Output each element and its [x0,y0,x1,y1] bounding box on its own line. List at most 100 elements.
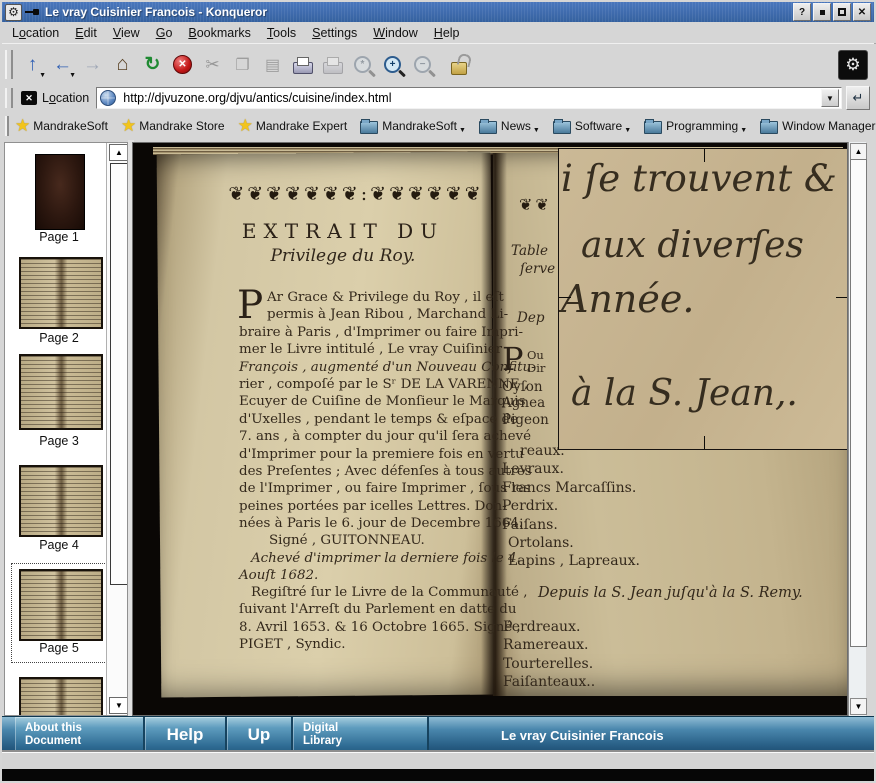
book-text-line: Faiſans. [502,516,640,534]
thumbnail-sidebar: Page 1 Page 2 Page 3 Page 4 Page 5 ▲ ▼ [4,142,128,716]
minimize-button[interactable] [813,3,831,21]
back-button[interactable]: ←▼ [49,51,76,78]
book-text-line: peines portées par icelles Lettres. Don- [239,498,501,515]
security-button[interactable] [445,51,472,78]
menu-window[interactable]: Window [373,26,417,40]
bookmark-folder-window-manager[interactable]: Window Manager▼ [760,118,876,134]
document-view[interactable]: ❦❦❦❦❦❦❦:❦❦❦❦❦❦ EXTRAIT DU Privilege du R… [132,142,848,716]
reload-button[interactable]: ↻ [139,51,166,78]
scrollbar-thumb[interactable] [850,159,867,647]
sidebar-scrollbar-thumb[interactable] [110,163,128,585]
zoom-out-icon: − [414,56,431,73]
menu-help[interactable]: Help [434,26,460,40]
thumbnail-page-3[interactable] [19,354,103,430]
bookmark-star-icon: ★ [15,116,30,136]
book-text-line: Ecuyer de Cuiſine de Monſieur le Marquis [239,393,501,410]
url-dropdown-button[interactable]: ▼ [821,89,839,107]
help-button[interactable]: ? [793,3,811,21]
thumbnail-label: Page 5 [13,641,105,655]
up-nav-button[interactable]: Up [227,717,293,753]
folder-icon [760,121,778,134]
thumbnail-page-5[interactable] [19,569,103,641]
scroll-down-button[interactable]: ▼ [850,698,867,715]
stop-button[interactable]: ✕ [169,51,196,78]
location-toolbar: ✕ Location ▼ ↵ [2,84,874,113]
up-icon: ↑ [28,55,38,74]
thumbnail-page-4[interactable] [19,465,103,537]
status-bar [2,752,874,770]
url-combobox[interactable]: ▼ [96,87,842,109]
menu-view[interactable]: View [113,26,140,40]
magnifier-lens[interactable]: i ſe trouvent & aux diverſes Année. à la… [558,148,848,450]
book-text-fragment: Ou [527,348,544,362]
sidebar-scroll-up-button[interactable]: ▲ [109,144,128,161]
url-input[interactable] [121,90,821,106]
menu-go[interactable]: Go [156,26,173,40]
bookmarks-toolbar: ★MandrakeSoft ★Mandrake Store ★Mandrake … [2,112,874,141]
menu-location[interactable]: Location [12,26,59,40]
maximize-button[interactable] [833,3,851,21]
document-scrollbar[interactable]: ▲ ▼ [848,142,866,716]
minimize-icon [820,10,825,15]
bookmark-folder-news[interactable]: News▼ [479,118,540,134]
djvu-navigation-bar: About this Document Help Up Digital Libr… [2,716,874,753]
forward-icon: → [83,55,102,74]
right-page-game-list-2: Perdreaux. Ramereaux. Tourterelles. Faiſ… [503,618,595,692]
home-button[interactable]: ⌂ [109,51,136,78]
cut-icon: ✂ [205,55,219,75]
scroll-up-button[interactable]: ▲ [850,143,867,160]
lock-open-icon [451,62,467,75]
go-button[interactable]: ↵ [846,86,870,110]
left-page-paragraph-2: Regiſtré ſur le Livre de la Communauté ,… [239,584,501,654]
book-text-line: François , augmenté d'un Nouveau Confitu… [239,359,501,376]
menu-settings[interactable]: Settings [312,26,357,40]
bookmark-folder-programming[interactable]: Programming▼ [644,118,747,134]
book-text-line: permis à Jean Ribou , Marchand Li- [239,306,501,323]
help-nav-button[interactable]: Help [145,717,227,753]
book-text-line: Achevé d'imprimer la derniere fois le 4. [239,550,501,567]
zoom-in-button[interactable]: + [379,51,406,78]
book-text-line: Francs Marcaſſins. [502,479,640,497]
sticky-pin-icon[interactable] [25,8,39,16]
menu-edit[interactable]: Edit [75,26,97,40]
maximize-icon [838,8,846,16]
left-page-subheading: Privilege du Roy. [193,246,493,266]
thumbnail-page-6[interactable] [19,677,103,716]
book-text-line: mer le Livre intitulé , Le vray Cuiſinie… [239,341,501,358]
book-text-fragment: Pigeon [502,412,549,428]
thumbnail-page-2[interactable] [19,257,103,329]
menu-bookmarks[interactable]: Bookmarks [188,26,251,40]
titlebar[interactable]: ⚙ Le vray Cuisinier Francois - Konqueror… [2,2,874,22]
book-text-line: Ramereaux. [503,636,595,654]
chevron-down-icon: ▼ [624,127,631,134]
window-title: Le vray Cuisinier Francois - Konqueror [45,5,267,19]
close-button[interactable]: ✕ [853,3,871,21]
bookmark-folder-mandrakesoft[interactable]: MandrakeSoft▼ [360,118,466,134]
about-document-button[interactable]: About this Document [15,717,145,753]
thumbnail-page-1[interactable] [35,154,85,230]
sidebar-scroll-down-button[interactable]: ▼ [109,697,128,714]
go-icon: ↵ [853,90,864,106]
bookmarksbar-grip[interactable] [5,116,9,136]
toolbar-grip[interactable] [5,50,13,79]
lens-text-line: aux diverſes [581,225,804,266]
menu-tools[interactable]: Tools [267,26,296,40]
book-text-fragment: Oyſon [502,379,543,395]
book-text-fragment: Table [511,243,548,259]
lens-text-line: à la S. Jean,. [571,373,798,414]
bookmark-mandrakesoft[interactable]: ★MandrakeSoft [15,116,108,136]
bookmark-mandrake-store[interactable]: ★Mandrake Store [121,116,225,136]
bookmark-folder-software[interactable]: Software▼ [553,118,631,134]
locationbar-grip[interactable] [5,88,13,108]
sidebar-scrollbar[interactable]: ▲ ▼ [106,143,128,715]
clear-location-button[interactable]: ✕ [21,91,37,105]
digital-library-button[interactable]: Digital Library [293,717,429,753]
book-text-line: PIGET , Syndic. [239,636,501,653]
back-dropdown-icon: ▼ [69,72,76,79]
bookmark-mandrake-expert[interactable]: ★Mandrake Expert [238,116,348,136]
lens-crosshair-top [704,149,705,162]
book-text-line: Ortolans. [502,534,640,552]
up-button[interactable]: ↑▼ [19,51,46,78]
print-button[interactable] [289,51,316,78]
bookmark-star-icon: ★ [238,116,253,136]
